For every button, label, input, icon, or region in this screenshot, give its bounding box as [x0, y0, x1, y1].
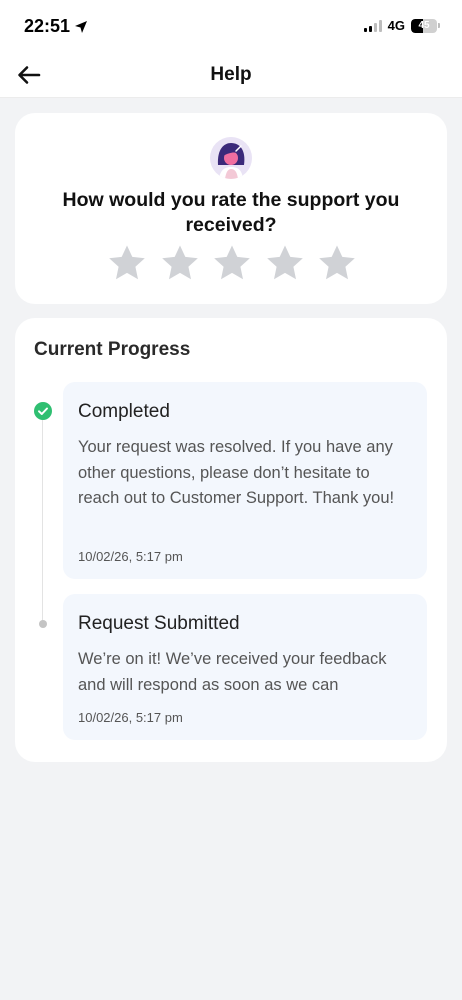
- star-icon[interactable]: [212, 243, 252, 283]
- signal-bar: [373, 22, 377, 32]
- step-title: Completed: [78, 401, 170, 422]
- signal-bar: [363, 27, 367, 32]
- nav-header: Help: [0, 52, 462, 98]
- support-agent-avatar: [210, 137, 252, 179]
- signal-icon: [363, 19, 382, 32]
- timeline-line: [42, 420, 43, 624]
- timeline-dot: [39, 620, 47, 628]
- check-circle-fill: [34, 402, 52, 420]
- step-description: Your request was resolved. If you have a…: [78, 438, 395, 507]
- battery-icon: 45: [411, 18, 440, 33]
- progress-title: Current Progress: [34, 339, 191, 360]
- network-type: 4G: [387, 18, 405, 33]
- step-description: We’re on it! We’ve received your feedbac…: [78, 650, 387, 694]
- star-icon[interactable]: [317, 243, 357, 283]
- progress-step-completed: Completed Your request was resolved. If …: [63, 382, 427, 579]
- battery-nub: [438, 23, 440, 28]
- signal-bar: [378, 19, 382, 32]
- step-timestamp: 10/02/26, 5:17 pm: [78, 710, 183, 725]
- check-circle-icon: [34, 402, 52, 420]
- battery-level: 45: [418, 19, 430, 31]
- signal-bar: [368, 25, 372, 32]
- page-title: Help: [210, 64, 252, 85]
- rating-question: How would you rate the support you recei…: [62, 189, 400, 236]
- status-bar: 22:51 4G 45: [0, 0, 462, 52]
- star-icon[interactable]: [107, 243, 147, 283]
- status-time-group: 22:51: [24, 16, 88, 37]
- status-time: 22:51: [24, 16, 71, 36]
- status-indicators: 4G 45: [363, 18, 440, 33]
- progress-card: Current Progress Completed Your request …: [15, 318, 447, 762]
- location-arrow-icon: [75, 20, 88, 33]
- star-icon[interactable]: [265, 243, 305, 283]
- battery-body: 45: [411, 18, 437, 33]
- step-timestamp: 10/02/26, 5:17 pm: [78, 549, 183, 564]
- star-icon[interactable]: [160, 243, 200, 283]
- progress-step-submitted: Request Submitted We’re on it! We’ve rec…: [63, 594, 427, 740]
- rating-card: How would you rate the support you recei…: [15, 113, 447, 304]
- support-agent-icon: [210, 137, 252, 179]
- step-title: Request Submitted: [78, 613, 240, 634]
- star-rating: [107, 243, 357, 283]
